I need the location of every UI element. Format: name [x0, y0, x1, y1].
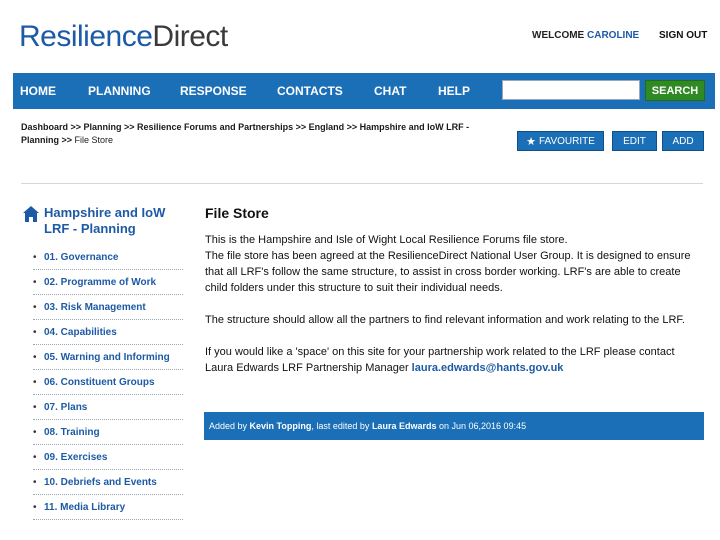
sidebar-item-media-library[interactable]: • 11. Media Library — [33, 500, 183, 520]
resilience-direct-logo[interactable]: ResilienceDirect — [19, 20, 228, 54]
sign-out-link[interactable]: SIGN OUT — [659, 30, 707, 41]
nav-help[interactable]: HELP — [438, 84, 470, 98]
nav-chat[interactable]: CHAT — [374, 84, 406, 98]
added-by-user[interactable]: Kevin Topping — [250, 421, 312, 431]
nav-contacts[interactable]: CONTACTS — [277, 84, 343, 98]
sidebar-item-exercises[interactable]: • 09. Exercises — [33, 450, 183, 470]
logo-part-direct: Direct — [152, 20, 228, 53]
sidebar-item-programme-of-work[interactable]: • 02. Programme of Work — [33, 275, 183, 295]
user-name: CAROLINE — [587, 30, 640, 41]
welcome-message: WELCOME CAROLINE — [532, 30, 639, 41]
breadcrumb: Dashboard >> Planning >> Resilience Foru… — [21, 121, 501, 147]
edit-button[interactable]: EDIT — [612, 131, 657, 151]
sidebar-item-debriefs-and-events[interactable]: • 10. Debriefs and Events — [33, 475, 183, 495]
edit-date: Jun 06,2016 09:45 — [451, 421, 527, 431]
sidebar-item-training[interactable]: • 08. Training — [33, 425, 183, 445]
breadcrumb-planning-link[interactable]: Planning >> — [21, 135, 75, 145]
breadcrumb-current: File Store — [74, 135, 114, 145]
sidebar-item-capabilities[interactable]: • 04. Capabilities — [33, 325, 183, 345]
page-title: File Store — [205, 205, 269, 221]
home-icon — [23, 206, 39, 222]
edit-history-bar: Added by Kevin Topping, last edited by L… — [204, 412, 704, 440]
nav-planning[interactable]: PLANNING — [88, 84, 151, 98]
search-input[interactable] — [502, 80, 640, 100]
sidebar-item-plans[interactable]: • 07. Plans — [33, 400, 183, 420]
file-store-description: The file store has been agreed at the Re… — [205, 250, 691, 294]
sidebar-nav-list: • 01. Governance • 02. Programme of Work •… — [33, 250, 183, 525]
nav-response[interactable]: RESPONSE — [180, 84, 247, 98]
sidebar-title[interactable]: Hampshire and IoW LRF - Planning — [44, 205, 194, 237]
page-description: This is the Hampshire and Isle of Wight … — [205, 232, 705, 392]
search-button[interactable]: SEARCH — [645, 80, 705, 101]
structure-text: The structure should allow all the partn… — [205, 314, 685, 326]
sidebar-item-constituent-groups[interactable]: • 06. Constituent Groups — [33, 375, 183, 395]
main-navigation: HOME PLANNING RESPONSE CONTACTS CHAT HEL… — [13, 73, 715, 109]
nav-home[interactable]: HOME — [20, 84, 56, 98]
edited-by-user[interactable]: Laura Edwards — [372, 421, 437, 431]
sidebar-item-risk-management[interactable]: • 03. Risk Management — [33, 300, 183, 320]
breadcrumb-path[interactable]: Dashboard >> Planning >> Resilience Foru… — [21, 121, 501, 134]
contact-email-link[interactable]: laura.edwards@hants.gov.uk — [412, 362, 564, 374]
star-icon: ★ — [526, 135, 536, 148]
content-divider — [21, 183, 703, 184]
favourite-label: FAVOURITE — [538, 135, 595, 147]
favourite-button[interactable]: ★ FAVOURITE — [517, 131, 604, 151]
intro-text: This is the Hampshire and Isle of Wight … — [205, 234, 568, 246]
sidebar-item-governance[interactable]: • 01. Governance — [33, 250, 183, 270]
add-button[interactable]: ADD — [662, 131, 704, 151]
welcome-label: WELCOME — [532, 30, 585, 41]
sidebar-item-warning-and-informing[interactable]: • 05. Warning and Informing — [33, 350, 183, 370]
logo-part-resilience: Resilience — [19, 20, 153, 53]
